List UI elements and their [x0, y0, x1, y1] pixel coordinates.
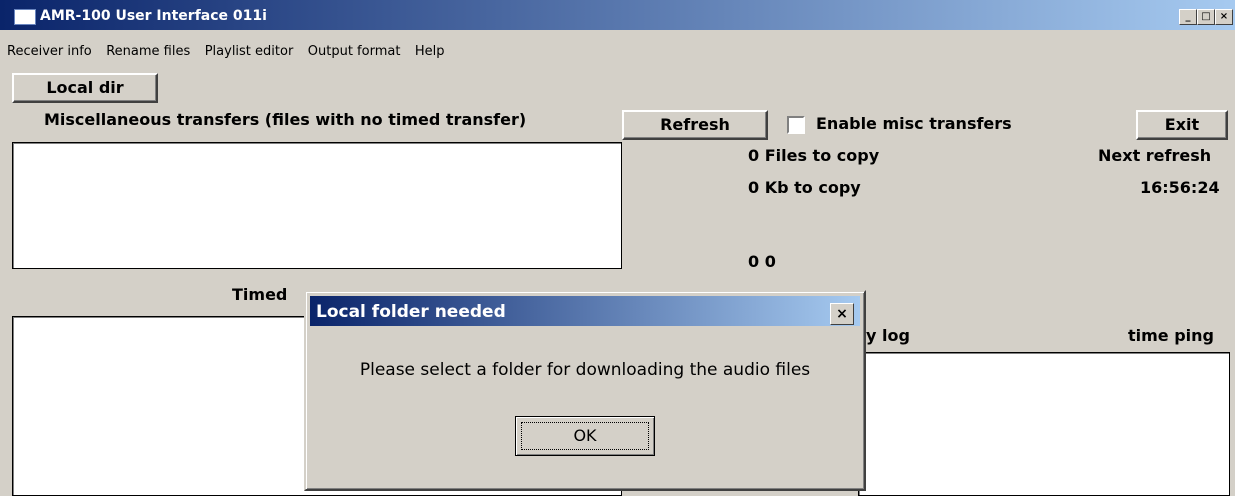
dialog-close-icon[interactable]: ×: [830, 303, 854, 325]
misc-transfers-label: Miscellaneous transfers (files with no t…: [44, 110, 527, 129]
next-refresh-label: Next refresh: [1098, 146, 1212, 165]
maximize-icon[interactable]: □: [1197, 9, 1215, 25]
app-icon: [14, 9, 36, 25]
files-to-copy-label: 0 Files to copy: [748, 146, 880, 165]
menu-playlist-editor[interactable]: Playlist editor: [205, 44, 294, 59]
log-label: y log: [866, 326, 910, 345]
window-title: AMR-100 User Interface 011i: [40, 8, 267, 24]
ok-button-label: OK: [521, 422, 649, 450]
close-icon[interactable]: ×: [1215, 9, 1233, 25]
enable-misc-label[interactable]: Enable misc transfers: [816, 114, 1012, 133]
minimize-icon[interactable]: _: [1179, 9, 1197, 25]
menu-output-format[interactable]: Output format: [308, 44, 401, 59]
menu-rename-files[interactable]: Rename files: [106, 44, 190, 59]
refresh-button[interactable]: Refresh: [622, 110, 768, 140]
kb-to-copy-label: 0 Kb to copy: [748, 178, 861, 197]
log-list[interactable]: [858, 352, 1230, 496]
local-folder-dialog: Local folder needed × Please select a fo…: [304, 290, 866, 491]
next-refresh-time: 16:56:24: [1140, 178, 1220, 197]
local-dir-button[interactable]: Local dir: [12, 73, 158, 103]
timed-transfers-label: Timed: [232, 285, 288, 304]
menu-receiver-info[interactable]: Receiver info: [7, 44, 92, 59]
enable-misc-checkbox[interactable]: [787, 116, 805, 134]
dialog-title-bar: Local folder needed ×: [310, 296, 860, 326]
dialog-title: Local folder needed: [316, 302, 506, 322]
ok-button[interactable]: OK: [515, 416, 655, 456]
menu-bar: Receiver info Rename files Playlist edit…: [0, 42, 448, 64]
counters-label: 0 0: [748, 252, 776, 271]
menu-help[interactable]: Help: [415, 44, 445, 59]
dialog-message: Please select a folder for downloading t…: [359, 360, 811, 380]
misc-transfers-list[interactable]: [12, 142, 622, 269]
window-title-bar: AMR-100 User Interface 011i _ □ ×: [0, 0, 1235, 30]
exit-button[interactable]: Exit: [1136, 110, 1228, 140]
time-ping-label: time ping: [1128, 326, 1215, 345]
